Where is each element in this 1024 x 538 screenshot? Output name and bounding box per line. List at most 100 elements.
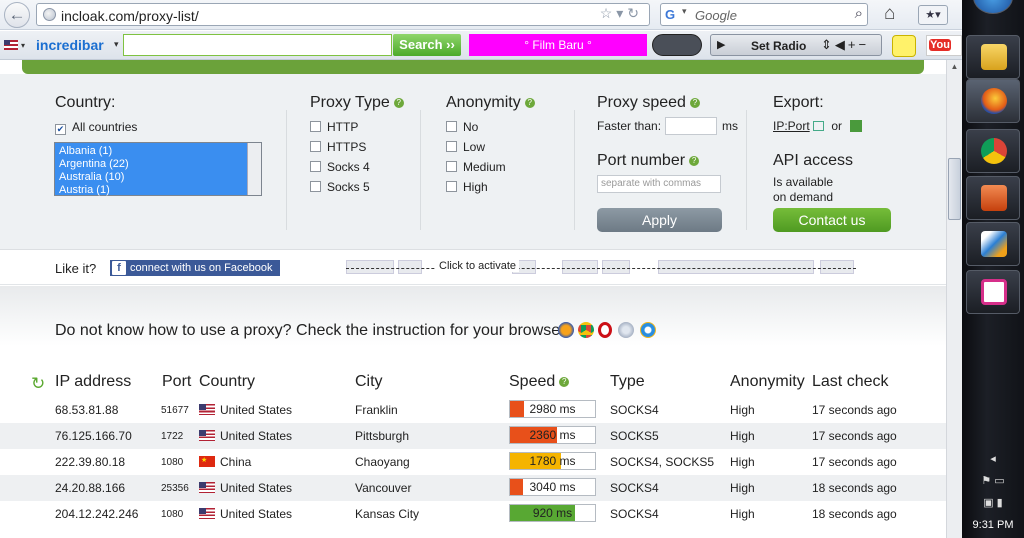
speed-input[interactable] (665, 117, 717, 135)
cell-ip[interactable]: 68.53.81.88 (55, 403, 118, 417)
volume-controls-icon[interactable]: ⇕◀+− (821, 37, 869, 53)
country-option[interactable]: Austria (1) (59, 184, 257, 197)
powerpoint-taskbar-button[interactable] (966, 176, 1020, 220)
table-row[interactable]: 76.125.166.70 1722 United States Pittsburgh… (0, 423, 946, 449)
cell-ip[interactable]: 76.125.166.70 (55, 429, 132, 443)
search-placeholder[interactable]: Google (695, 8, 737, 23)
checkbox-icon[interactable] (310, 161, 321, 172)
checkbox-icon[interactable] (446, 161, 457, 172)
anon-medium-checkbox[interactable]: Medium (446, 157, 506, 177)
checkbox-icon[interactable] (310, 181, 321, 192)
tray-network-icon[interactable]: ▣ ▮ (966, 492, 1020, 514)
explorer-taskbar-button[interactable] (966, 35, 1020, 79)
col-city[interactable]: City (355, 373, 383, 391)
country-list-scrollbar[interactable] (247, 143, 261, 195)
checkbox-icon[interactable] (310, 121, 321, 132)
pacman-game-icon[interactable] (892, 35, 916, 57)
ie-icon[interactable] (640, 322, 656, 338)
table-row[interactable]: 204.12.242.246 1080 United States Kansas Ci… (0, 501, 946, 527)
col-port[interactable]: Port (162, 373, 191, 391)
port-input[interactable]: separate with commas (597, 175, 721, 193)
anon-low-checkbox[interactable]: Low (446, 137, 506, 157)
col-speed[interactable]: Speed? (509, 373, 570, 391)
cell-ip[interactable]: 204.12.242.246 (55, 507, 138, 521)
page-scrollbar[interactable]: ▲ (946, 60, 962, 538)
all-countries-checkbox[interactable]: ✔ All countries (55, 117, 137, 137)
country-option[interactable]: Argentina (22) (59, 158, 257, 171)
apply-button[interactable]: Apply (597, 208, 722, 232)
export-txt-icon[interactable] (813, 121, 825, 131)
home-icon[interactable]: ⌂ (884, 3, 895, 25)
app2-taskbar-button[interactable] (966, 270, 1020, 314)
film-baru-button[interactable]: ° Film Baru ° (469, 34, 647, 56)
firefox-taskbar-button[interactable] (966, 79, 1020, 123)
scroll-up-icon[interactable]: ▲ (947, 62, 962, 71)
fb-like-placeholder[interactable] (346, 260, 394, 274)
export-excel-icon[interactable] (850, 120, 863, 132)
search-bar[interactable]: G ▾ Google ⌕ (660, 3, 868, 26)
help-icon[interactable]: ? (524, 98, 535, 108)
help-icon[interactable]: ? (559, 377, 570, 387)
contact-us-button[interactable]: Contact us (773, 208, 891, 232)
table-row[interactable]: 24.20.88.166 25356 United States Vancouver 3… (0, 475, 946, 501)
incredibar-dropdown-icon[interactable]: ▾ (114, 39, 119, 50)
bookmarks-menu-icon[interactable]: ★▾ (918, 5, 948, 25)
bookmark-star-icon[interactable]: ☆▾↻ (600, 5, 643, 22)
col-ip[interactable]: IP address (55, 373, 131, 391)
table-row[interactable]: 68.53.81.88 51677 United States Franklin 298… (0, 397, 946, 423)
google-icon[interactable]: G (665, 7, 681, 23)
col-type[interactable]: Type (610, 373, 645, 391)
click-to-activate-label[interactable]: Click to activate (436, 260, 520, 272)
back-button-icon[interactable]: ← (4, 2, 30, 28)
type-socks5-checkbox[interactable]: Socks 5 (310, 177, 370, 197)
checkbox-icon[interactable] (446, 141, 457, 152)
chrome-icon[interactable] (578, 322, 594, 338)
table-row[interactable]: 222.39.80.18 1080 ★ China Chaoyang 1780 ms SOC… (0, 449, 946, 475)
country-option[interactable]: Albania (1) (59, 145, 257, 158)
anon-high-checkbox[interactable]: High (446, 177, 506, 197)
col-country[interactable]: Country (199, 373, 255, 391)
checkbox-icon[interactable] (446, 181, 457, 192)
checkbox-icon[interactable] (310, 141, 321, 152)
engine-dropdown-icon[interactable]: ▾ (682, 6, 687, 17)
type-https-checkbox[interactable]: HTTPS (310, 137, 370, 157)
firefox-icon[interactable] (558, 322, 574, 338)
flag-dropdown-icon[interactable]: ▾ (21, 41, 25, 50)
url-text[interactable]: incloak.com/proxy-list/ (61, 8, 199, 24)
share-icons-placeholder[interactable] (658, 260, 814, 274)
col-last-check[interactable]: Last check (812, 373, 888, 391)
checkbox-checked-icon[interactable]: ✔ (55, 124, 66, 135)
export-ipport-link[interactable]: IP:Port (773, 119, 810, 133)
tray-flag-icon[interactable]: ⚑ ▭ (966, 470, 1020, 492)
help-icon[interactable]: ? (689, 156, 700, 166)
gplus-placeholder[interactable] (562, 260, 598, 274)
refresh-icon[interactable]: ↻ (31, 374, 45, 394)
youtube-button[interactable]: You (926, 35, 962, 56)
country-listbox[interactable]: Albania (1) Argentina (22) Australia (10… (54, 142, 262, 196)
taskbar-clock[interactable]: 9:31 PM (962, 519, 1024, 531)
play-icon[interactable]: ▶ (717, 38, 725, 51)
safari-icon[interactable] (618, 322, 634, 338)
type-socks4-checkbox[interactable]: Socks 4 (310, 157, 370, 177)
incredibar-logo[interactable]: incredibar (36, 37, 104, 53)
country-option[interactable]: Australia (10) (59, 171, 257, 184)
col-anonymity[interactable]: Anonymity (730, 373, 805, 391)
checkbox-icon[interactable] (446, 121, 457, 132)
scrollbar-thumb[interactable] (948, 158, 961, 220)
anon-no-checkbox[interactable]: No (446, 117, 506, 137)
search-icon[interactable]: ⌕ (855, 5, 863, 22)
type-http-checkbox[interactable]: HTTP (310, 117, 370, 137)
toolbar-search-button[interactable]: Search ›› (393, 34, 461, 56)
set-radio-label[interactable]: Set Radio (751, 39, 806, 53)
start-orb-icon[interactable] (973, 0, 1013, 14)
cell-ip[interactable]: 222.39.80.18 (55, 455, 125, 469)
address-bar[interactable]: incloak.com/proxy-list/ ☆▾↻ (36, 3, 650, 26)
chrome-taskbar-button[interactable] (966, 129, 1020, 173)
cell-ip[interactable]: 24.20.88.166 (55, 481, 125, 495)
facebook-connect-button[interactable]: f connect with us on Facebook (110, 260, 280, 276)
opera-icon[interactable] (598, 322, 612, 338)
app-taskbar-button[interactable] (966, 222, 1020, 266)
help-icon[interactable]: ? (393, 98, 404, 108)
toolbar-search-input[interactable] (123, 34, 392, 56)
help-icon[interactable]: ? (689, 98, 700, 108)
